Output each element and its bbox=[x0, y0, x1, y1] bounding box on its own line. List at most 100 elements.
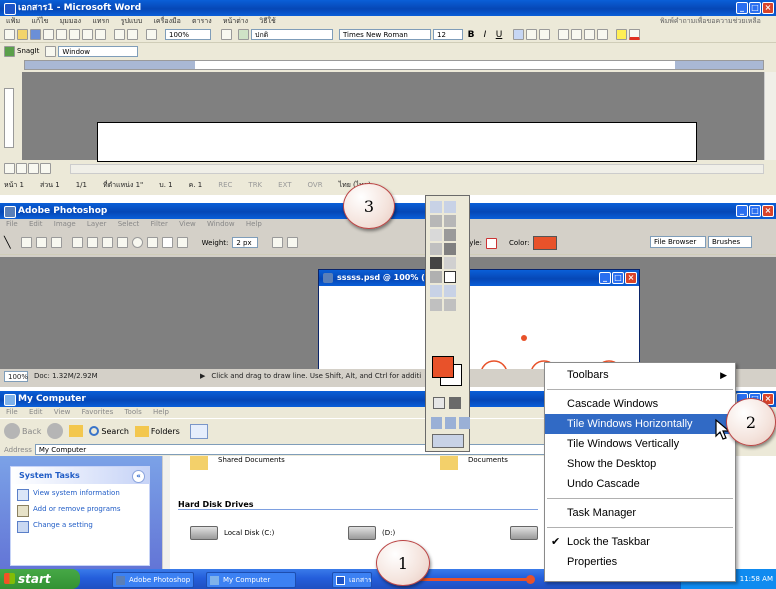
screen-mode-1-icon[interactable] bbox=[431, 417, 442, 429]
paths-icon[interactable] bbox=[35, 237, 47, 248]
brush-tool-icon[interactable] bbox=[430, 201, 442, 213]
menu-item-lock-taskbar[interactable]: ✔ Lock the Taskbar bbox=[545, 532, 735, 552]
menu-file[interactable]: File bbox=[6, 408, 18, 416]
eyedropper-icon[interactable] bbox=[444, 285, 456, 297]
snagit-icon[interactable] bbox=[4, 45, 15, 57]
psd-titlebar[interactable]: sssss.psd @ 100% (RGB) _ □ × bbox=[319, 270, 639, 286]
close-button[interactable]: × bbox=[762, 2, 774, 14]
snagit-label[interactable]: SnagIt bbox=[17, 47, 39, 55]
font-color-icon[interactable] bbox=[629, 29, 640, 40]
system-tasks-header[interactable]: System Tasks « bbox=[11, 467, 149, 484]
underline-button[interactable]: U bbox=[493, 30, 505, 40]
minimize-button[interactable]: _ bbox=[736, 2, 748, 14]
taskbar-item-word[interactable]: เอกสาร1 bbox=[332, 572, 372, 588]
menu-favorites[interactable]: Favorites bbox=[82, 408, 114, 416]
menu-help[interactable]: วิธีใช้ bbox=[259, 17, 275, 25]
permission-icon[interactable] bbox=[43, 29, 54, 40]
menu-view[interactable]: View bbox=[54, 408, 71, 416]
word-hscroll[interactable] bbox=[70, 164, 764, 174]
copy-icon[interactable] bbox=[127, 29, 138, 40]
font-select[interactable]: Times New Roman bbox=[339, 29, 431, 40]
minimize-button[interactable]: _ bbox=[736, 205, 748, 217]
menu-item-tile-vertically[interactable]: Tile Windows Vertically bbox=[545, 434, 735, 454]
menu-item-task-manager[interactable]: Task Manager bbox=[545, 503, 735, 523]
task-view-system-info[interactable]: View system information bbox=[11, 484, 149, 503]
menu-view[interactable]: View bbox=[179, 220, 196, 228]
spelling-icon[interactable] bbox=[95, 29, 106, 40]
back-button[interactable]: Back bbox=[4, 423, 41, 439]
indent-icon[interactable] bbox=[584, 29, 595, 40]
menu-item-undo-cascade[interactable]: Undo Cascade bbox=[545, 474, 735, 494]
dodge-icon[interactable] bbox=[444, 243, 456, 255]
notes-icon[interactable] bbox=[430, 285, 442, 297]
line-tool-selected-icon[interactable] bbox=[444, 271, 456, 283]
save-icon[interactable] bbox=[30, 29, 41, 40]
zoom-icon[interactable] bbox=[444, 299, 456, 311]
outline-view-icon[interactable] bbox=[40, 163, 51, 174]
menu-item-show-desktop[interactable]: Show the Desktop bbox=[545, 454, 735, 474]
close-button[interactable]: × bbox=[762, 205, 774, 217]
snagit-window-select[interactable]: Window bbox=[58, 45, 139, 57]
folders-button[interactable]: Folders bbox=[134, 425, 180, 437]
fill-pixels-icon[interactable] bbox=[50, 237, 62, 248]
clone-stamp-icon[interactable] bbox=[430, 215, 442, 227]
menu-window[interactable]: หน้าต่าง bbox=[223, 17, 248, 25]
print-preview-icon[interactable] bbox=[82, 29, 93, 40]
menu-tools[interactable]: เครื่องมือ bbox=[154, 17, 181, 25]
menu-item-tile-horizontally[interactable]: Tile Windows Horizontally bbox=[545, 414, 735, 434]
menu-edit[interactable]: Edit bbox=[29, 220, 43, 228]
psd-canvas[interactable] bbox=[319, 286, 639, 374]
email-icon[interactable] bbox=[56, 29, 67, 40]
ellipse-icon[interactable] bbox=[131, 237, 143, 248]
style-none-icon[interactable] bbox=[485, 237, 497, 249]
center-icon[interactable] bbox=[526, 29, 537, 40]
up-folder-icon[interactable] bbox=[69, 425, 84, 437]
type-tool-icon[interactable] bbox=[444, 257, 456, 269]
eraser-icon[interactable] bbox=[430, 229, 442, 241]
new-doc-icon[interactable] bbox=[4, 29, 15, 40]
menu-layer[interactable]: Layer bbox=[87, 220, 107, 228]
blur-icon[interactable] bbox=[430, 243, 442, 255]
bullets-icon[interactable] bbox=[571, 29, 582, 40]
taskbar-item-photoshop[interactable]: Adobe Photoshop bbox=[112, 572, 194, 588]
menu-tools[interactable]: Tools bbox=[124, 408, 141, 416]
foreground-color-swatch[interactable] bbox=[432, 356, 454, 378]
menu-image[interactable]: Image bbox=[54, 220, 76, 228]
word-page[interactable] bbox=[97, 122, 697, 162]
snagit-capture-icon[interactable] bbox=[45, 45, 57, 57]
restore-button[interactable]: □ bbox=[749, 205, 761, 217]
highlight-icon[interactable] bbox=[616, 29, 627, 40]
menu-item-toolbars[interactable]: Toolbars ▶ bbox=[545, 365, 735, 385]
print-icon[interactable] bbox=[69, 29, 80, 40]
help-icon[interactable] bbox=[221, 29, 232, 40]
word-vscroll[interactable] bbox=[764, 72, 776, 160]
word-titlebar[interactable]: เอกสาร1 - Microsoft Word _ □ × bbox=[0, 0, 776, 16]
font-size-select[interactable]: 12 bbox=[433, 29, 463, 40]
menu-format[interactable]: รูปแบบ bbox=[121, 17, 143, 25]
undo-icon[interactable] bbox=[146, 29, 157, 40]
shared-docs-item[interactable]: Shared Documents bbox=[190, 456, 285, 470]
brushes-tab[interactable]: Brushes bbox=[708, 236, 752, 248]
menu-table[interactable]: ตาราง bbox=[192, 17, 212, 25]
start-button[interactable]: start bbox=[0, 569, 80, 589]
views-icon[interactable] bbox=[189, 423, 208, 439]
drive-d[interactable]: (D:) bbox=[348, 526, 395, 540]
menu-filter[interactable]: Filter bbox=[151, 220, 168, 228]
menu-view[interactable]: มุมมอง bbox=[60, 17, 81, 25]
drive-e[interactable] bbox=[510, 526, 538, 542]
numbering-icon[interactable] bbox=[558, 29, 569, 40]
freeform-pen-icon[interactable] bbox=[86, 237, 98, 248]
menu-help[interactable]: Help bbox=[153, 408, 169, 416]
restore-button[interactable]: □ bbox=[612, 272, 624, 284]
close-button[interactable]: × bbox=[625, 272, 637, 284]
menu-insert[interactable]: แทรก bbox=[92, 17, 109, 25]
shape-layers-icon[interactable] bbox=[20, 237, 32, 248]
local-disk-c[interactable]: Local Disk (C:) bbox=[190, 526, 274, 540]
print-view-icon[interactable] bbox=[28, 163, 39, 174]
horizontal-ruler[interactable] bbox=[24, 60, 764, 70]
forward-arrow-icon[interactable] bbox=[47, 423, 64, 439]
content-scrollbar[interactable] bbox=[162, 456, 170, 569]
task-add-remove-programs[interactable]: Add or remove programs bbox=[11, 503, 149, 519]
combine-icon[interactable] bbox=[272, 237, 284, 248]
minimize-button[interactable]: _ bbox=[599, 272, 611, 284]
